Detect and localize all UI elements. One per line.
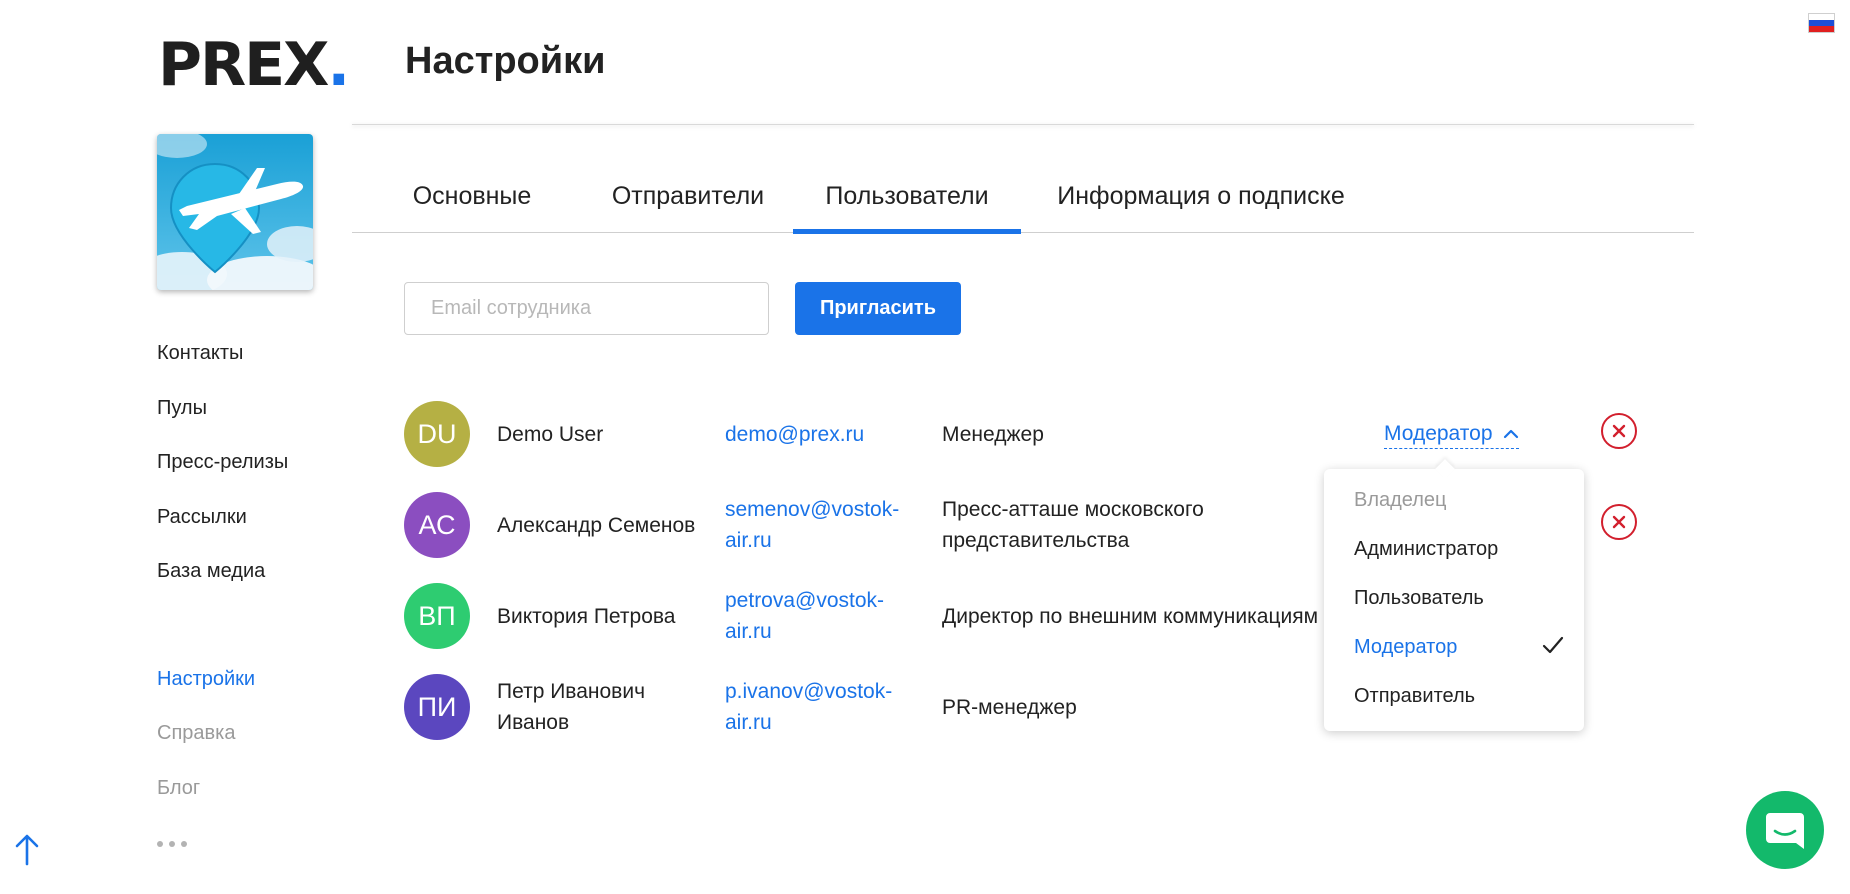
role-option-sender[interactable]: Отправитель [1354,683,1564,709]
sidebar-item-media-base[interactable]: База медиа [157,560,265,583]
sidebar-item-mailings[interactable]: Рассылки [157,506,247,529]
logo-dot: . [327,30,350,100]
user-position: Пресс-атташе московского представительст… [942,498,1204,552]
role-select[interactable]: Модератор [1384,422,1519,449]
tab-general[interactable]: Основные [402,168,542,233]
sidebar-item-contacts[interactable]: Контакты [157,342,243,365]
remove-user-button[interactable] [1601,413,1637,449]
user-name: Александр Семенов [497,514,696,537]
sidebar-item-help[interactable]: Справка [157,722,235,745]
tab-senders[interactable]: Отправители [608,168,768,233]
close-icon [1612,424,1626,438]
role-option-owner: Владелец [1354,489,1447,511]
more-dots-icon[interactable] [157,841,187,847]
employee-email-input[interactable] [404,282,769,335]
logo-text: PREX [158,30,329,100]
avatar: ПИ [404,674,470,740]
prex-logo[interactable]: PREX. [158,28,350,102]
role-select-value: Модератор [1384,422,1493,445]
company-logo-image[interactable] [157,134,313,290]
settings-tabs: Основные Отправители Пользователи Информ… [352,168,1694,234]
user-name: Demo User [497,423,604,446]
sidebar-item-pools[interactable]: Пулы [157,397,207,420]
check-icon [1542,636,1564,654]
header-divider [352,124,1694,125]
avatar: DU [404,401,470,467]
user-email-link[interactable]: petrova@vostok-air.ru [725,585,905,647]
remove-user-button[interactable] [1601,504,1637,540]
arrow-up-icon[interactable] [12,832,42,866]
role-option-admin[interactable]: Администратор [1354,536,1564,562]
sidebar-item-press-releases[interactable]: Пресс-релизы [157,451,288,474]
role-option-label: Модератор [1354,636,1458,658]
role-option-moderator[interactable]: Модератор [1354,634,1564,660]
sidebar-item-blog[interactable]: Блог [157,777,200,800]
user-email-link[interactable]: p.ivanov@vostok-air.ru [725,676,905,738]
avatar: ВП [404,583,470,649]
role-dropdown: Владелец Администратор Пользователь Моде… [1324,459,1584,731]
invite-button[interactable]: Пригласить [795,282,961,335]
sidebar-item-settings[interactable]: Настройки [157,668,255,691]
user-position: Менеджер [942,423,1044,446]
tab-users[interactable]: Пользователи [793,168,1021,234]
avatar: АС [404,492,470,558]
close-icon [1612,515,1626,529]
user-name: Виктория Петрова [497,605,676,628]
user-email-link[interactable]: demo@prex.ru [725,419,905,450]
page-title: Настройки [405,40,606,82]
chat-icon[interactable] [1746,791,1824,869]
user-email-link[interactable]: semenov@vostok-air.ru [725,494,905,556]
tab-subscription-info[interactable]: Информация о подписке [1046,168,1356,233]
role-option-user[interactable]: Пользователь [1354,585,1564,611]
ru-flag-icon[interactable] [1808,13,1835,33]
chevron-up-icon [1503,430,1518,439]
user-position: Директор по внешним коммуникациям [942,605,1319,628]
user-name: Петр Иванович Иванов [497,680,646,734]
user-position: PR-менеджер [942,696,1077,719]
